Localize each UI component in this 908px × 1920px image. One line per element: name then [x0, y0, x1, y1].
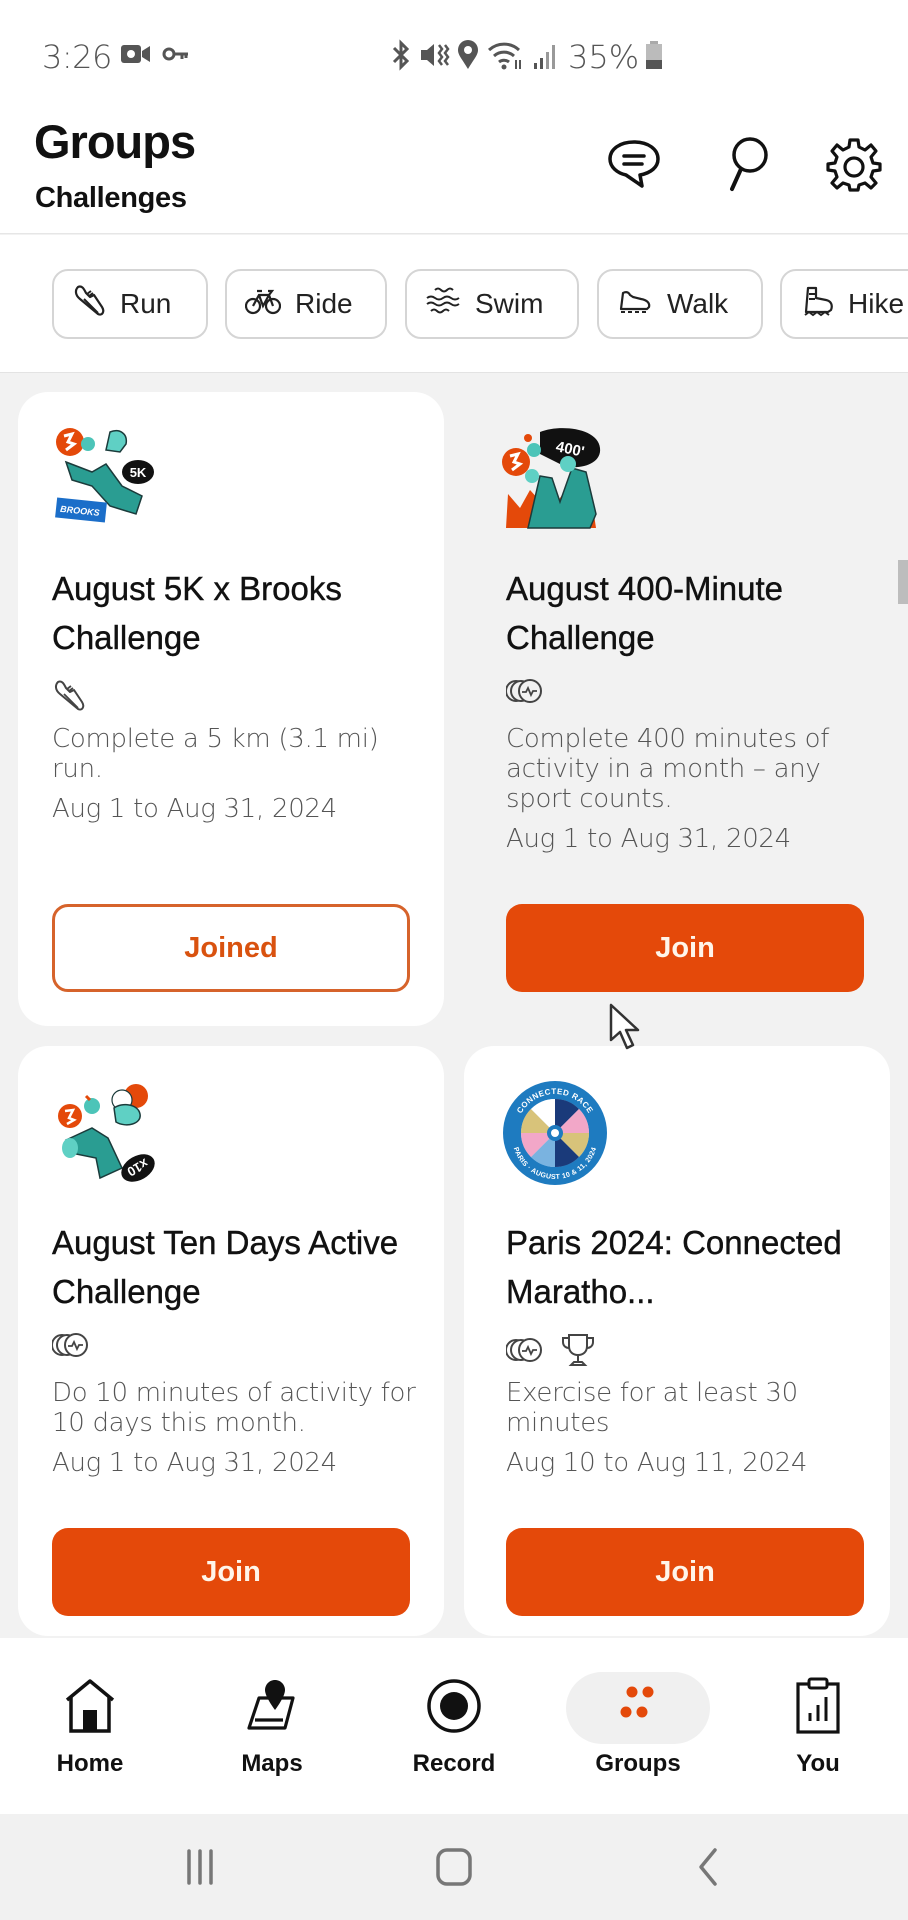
- challenge-title: August 400-Minute Challenge: [506, 570, 784, 656]
- mute-vibrate-icon: [418, 39, 450, 76]
- location-icon: [456, 39, 480, 76]
- challenge-dates: Aug 1 to Aug 31, 2024: [52, 794, 337, 824]
- filter-chip-walk[interactable]: Walk: [597, 269, 763, 339]
- challenge-card[interactable]: x10 August Ten Days Active Challenge Do …: [18, 1046, 444, 1636]
- challenge-sport-icons: [505, 1332, 596, 1373]
- app-header: Groups Challenges: [0, 110, 908, 234]
- challenge-card[interactable]: 400' August 400-Minute Challenge Complet…: [464, 392, 890, 1026]
- signal-icon: [532, 39, 558, 76]
- battery-icon: [645, 39, 663, 76]
- nav-item-groups[interactable]: Groups: [568, 1676, 708, 1778]
- bottom-navigation: Home Maps Record Groups You: [0, 1638, 908, 1814]
- recent-apps-icon: [180, 1848, 220, 1890]
- back-button[interactable]: [678, 1844, 738, 1894]
- challenge-title: August Ten Days Active Challenge: [52, 1224, 399, 1310]
- filter-chip-label: Swim: [475, 288, 544, 319]
- nav-item-record[interactable]: Record: [384, 1676, 524, 1778]
- filter-chip-ride[interactable]: Ride: [225, 269, 387, 339]
- settings-button[interactable]: [824, 136, 884, 196]
- you-icon: [788, 1676, 848, 1736]
- multisport-icon: [505, 1337, 544, 1368]
- status-right-icons: 35%: [390, 38, 663, 76]
- bluetooth-icon: [390, 38, 412, 76]
- challenge-title: Paris 2024: Connected Maratho...: [506, 1224, 842, 1310]
- join-button[interactable]: Join: [506, 1528, 864, 1616]
- join-button[interactable]: Join: [506, 904, 864, 992]
- wifi-icon: [486, 39, 526, 76]
- battery-percent: 35%: [568, 38, 640, 76]
- nav-label: You: [796, 1750, 840, 1777]
- trophy-icon: [560, 1332, 596, 1373]
- home-button-icon: [434, 1847, 474, 1892]
- challenge-sport-icons: [505, 678, 544, 709]
- home-system-button[interactable]: [424, 1844, 484, 1894]
- challenge-description: Exercise for at least 30 minutes: [506, 1378, 798, 1438]
- system-navigation-bar: [0, 1814, 908, 1920]
- bike-icon: [244, 287, 282, 322]
- filter-chip-run[interactable]: Run: [52, 269, 208, 339]
- challenge-dates: Aug 1 to Aug 31, 2024: [52, 1448, 337, 1478]
- page-title: Groups: [34, 115, 196, 168]
- challenge-description: Complete 400 minutes of activity in a mo…: [506, 724, 830, 814]
- nav-label: Groups: [595, 1750, 681, 1777]
- nav-label: Maps: [241, 1750, 303, 1777]
- challenge-badge-image: x10: [52, 1078, 162, 1188]
- mouse-cursor-icon: [608, 1002, 644, 1057]
- filter-chip-swim[interactable]: Swim: [405, 269, 579, 339]
- filter-chip-label: Walk: [667, 288, 729, 319]
- messages-icon: [606, 138, 662, 195]
- multisport-icon: [51, 1332, 90, 1363]
- challenge-badge-image: 400': [500, 424, 610, 534]
- challenge-description: Complete a 5 km (3.1 mi) run.: [52, 724, 379, 784]
- record-icon: [424, 1676, 484, 1736]
- search-icon: [724, 135, 772, 198]
- status-time: 3:26: [42, 38, 112, 76]
- nav-item-maps[interactable]: Maps: [202, 1676, 342, 1778]
- search-button[interactable]: [718, 136, 778, 196]
- filter-chip-label: Run: [120, 288, 172, 319]
- filter-chip-label: Ride: [295, 288, 353, 319]
- groups-icon: [608, 1676, 668, 1736]
- challenge-card[interactable]: 5K BROOKS August 5K x Brooks Challenge C…: [18, 392, 444, 1026]
- nav-item-home[interactable]: Home: [20, 1676, 160, 1778]
- walk-shoe-icon: [617, 287, 653, 322]
- nav-label: Home: [56, 1750, 124, 1777]
- run-shoe-icon: [52, 678, 86, 719]
- recent-apps-button[interactable]: [170, 1844, 230, 1894]
- back-icon: [693, 1847, 723, 1892]
- multisport-icon: [505, 678, 544, 709]
- hike-boot-icon: [800, 284, 834, 325]
- video-record-icon: [120, 42, 152, 71]
- vpn-key-icon: [162, 44, 190, 69]
- challenge-title: August 5K x Brooks Challenge: [52, 570, 342, 656]
- page-subtitle: Challenges: [35, 182, 187, 214]
- challenge-description: Do 10 minutes of activity for 10 days th…: [52, 1378, 416, 1438]
- challenge-dates: Aug 10 to Aug 11, 2024: [506, 1448, 808, 1478]
- challenge-badge-image: CONNECTED RACE PARIS · AUGUST 10 & 11, 2…: [500, 1078, 610, 1188]
- status-left-icons: [120, 42, 190, 71]
- nav-item-you[interactable]: You: [748, 1676, 888, 1778]
- sport-filter-bar: Run Ride Swim Walk Hike: [0, 235, 908, 373]
- filter-chip-label: Hike: [848, 288, 905, 319]
- scrollbar-thumb[interactable]: [898, 560, 908, 604]
- joined-button[interactable]: Joined: [52, 904, 410, 992]
- swim-waves-icon: [425, 286, 461, 323]
- messages-button[interactable]: [604, 136, 664, 196]
- status-bar: 3:26 35%: [0, 0, 908, 110]
- challenge-card[interactable]: CONNECTED RACE PARIS · AUGUST 10 & 11, 2…: [464, 1046, 890, 1636]
- home-icon: [60, 1676, 120, 1736]
- challenge-badge-image: 5K BROOKS: [52, 424, 162, 534]
- maps-icon: [242, 1676, 302, 1736]
- filter-chip-hike[interactable]: Hike: [780, 269, 908, 339]
- challenge-sport-icons: [52, 678, 86, 719]
- nav-label: Record: [412, 1750, 496, 1777]
- challenge-dates: Aug 1 to Aug 31, 2024: [506, 824, 791, 854]
- screen: 3:26 35% Groups Challenges Run Ride Swim…: [0, 0, 908, 1920]
- badge-text: 5K: [130, 465, 147, 480]
- run-shoe-icon: [72, 283, 106, 326]
- challenge-sport-icons: [51, 1332, 90, 1363]
- join-button[interactable]: Join: [52, 1528, 410, 1616]
- settings-icon: [826, 136, 882, 197]
